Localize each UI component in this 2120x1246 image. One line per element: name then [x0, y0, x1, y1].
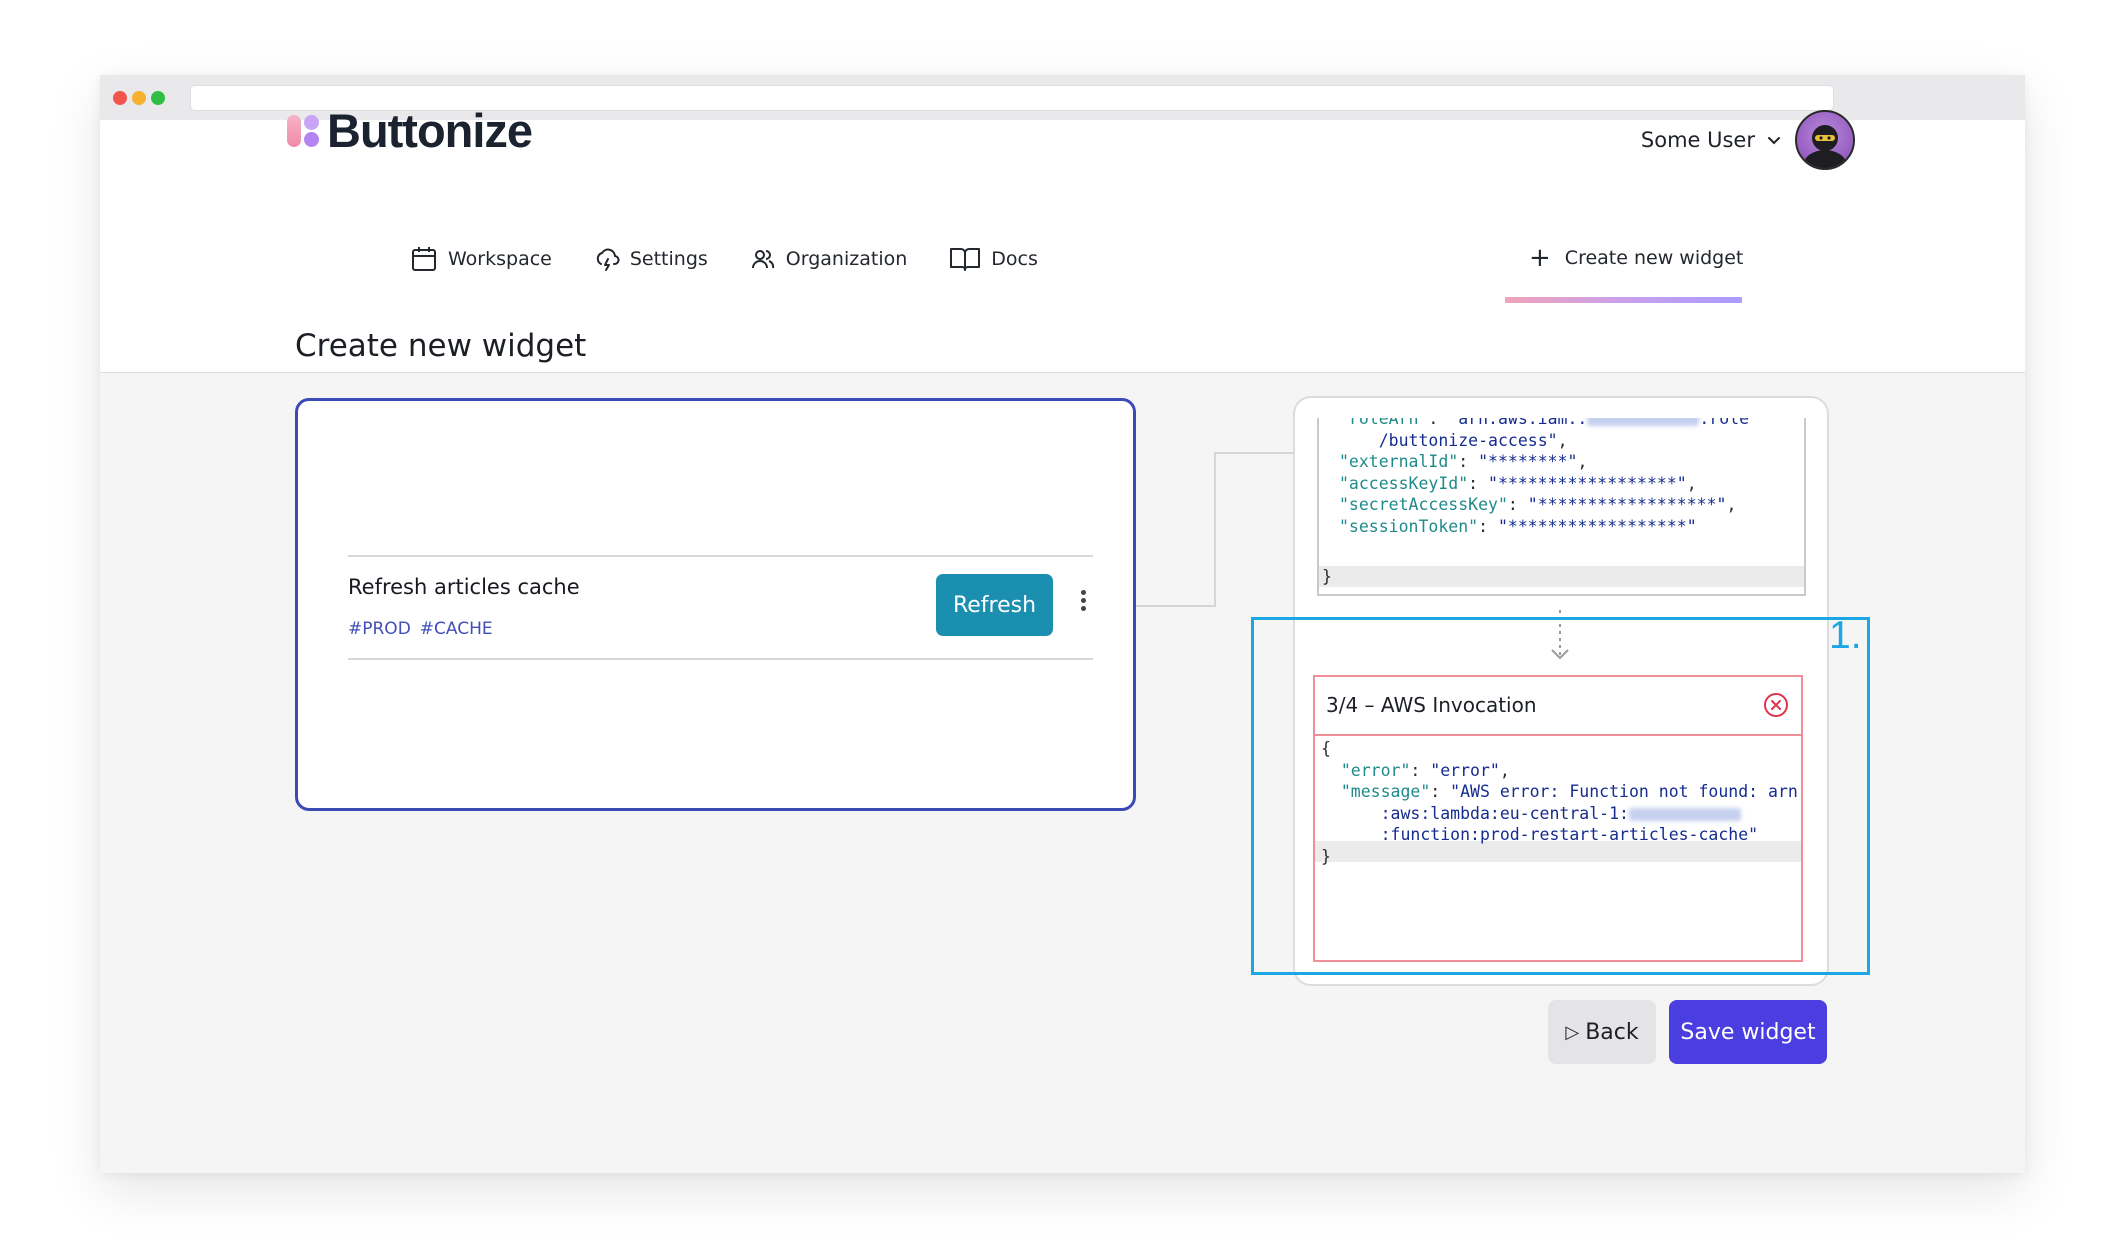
avatar[interactable] — [1795, 110, 1855, 170]
tab-create-label: Create new widget — [1564, 247, 1744, 269]
plus-icon: + — [1529, 243, 1551, 273]
nav-settings[interactable]: Settings — [594, 246, 708, 272]
annotation-highlight — [1251, 617, 1870, 975]
nav-organization-label: Organization — [785, 248, 908, 270]
widget-row: Refresh articles cache #PROD #CACHE Refre… — [348, 555, 1093, 660]
logo-text: Buttonize — [327, 104, 533, 157]
back-label: Back — [1585, 1019, 1639, 1045]
nav-workspace[interactable]: Workspace — [410, 245, 552, 273]
book-icon — [950, 248, 981, 271]
cloud-lightning-icon — [596, 248, 620, 271]
widget-tags: #PROD #CACHE — [348, 619, 502, 639]
users-icon — [751, 250, 774, 269]
connector-line — [1214, 452, 1294, 454]
tag-cache[interactable]: #CACHE — [420, 619, 493, 639]
tab-create-new-widget[interactable]: + Create new widget — [1529, 245, 1743, 271]
nav-workspace-label: Workspace — [448, 248, 552, 270]
refresh-button[interactable]: Refresh — [936, 574, 1053, 636]
play-icon: ▷ — [1565, 1021, 1580, 1043]
logo-mark-icon — [287, 113, 321, 149]
nav-organization[interactable]: Organization — [750, 246, 907, 272]
chevron-down-icon — [1768, 137, 1780, 145]
close-window-button[interactable] — [113, 91, 127, 105]
connector-line — [1214, 452, 1216, 607]
widget-name: Refresh articles cache — [348, 575, 580, 599]
calendar-icon — [412, 247, 436, 271]
annotation-label: 1. — [1829, 614, 1862, 657]
ninja-avatar-icon — [1803, 125, 1847, 168]
back-button[interactable]: ▷ Back — [1548, 1000, 1656, 1064]
minimize-window-button[interactable] — [132, 91, 146, 105]
page-title: Create new widget — [295, 328, 587, 364]
connector-line — [1136, 605, 1215, 607]
code-line-highlight — [1319, 566, 1804, 587]
active-tab-indicator — [1505, 297, 1742, 303]
user-menu[interactable]: Some User — [1641, 110, 1855, 170]
closing-brace: } — [1322, 567, 1332, 586]
credentials-code: "roleArn": "arn:aws:iam:::role /buttoniz… — [1339, 418, 1749, 537]
tag-prod[interactable]: #PROD — [348, 619, 411, 639]
app-logo[interactable]: Buttonize — [287, 103, 533, 158]
widget-preview: Refresh articles cache #PROD #CACHE Refre… — [295, 398, 1136, 811]
save-widget-button[interactable]: Save widget — [1669, 1000, 1827, 1064]
nav-docs[interactable]: Docs — [949, 245, 1038, 273]
main-nav: Workspace Settings Organization Docs — [410, 245, 1080, 273]
nav-docs-label: Docs — [991, 248, 1038, 270]
user-name: Some User — [1640, 128, 1755, 152]
more-options-icon[interactable] — [1073, 587, 1093, 623]
credentials-code-block[interactable]: "roleArn": "arn:aws:iam:::role /buttoniz… — [1317, 418, 1806, 596]
maximize-window-button[interactable] — [151, 91, 165, 105]
nav-settings-label: Settings — [629, 248, 708, 270]
